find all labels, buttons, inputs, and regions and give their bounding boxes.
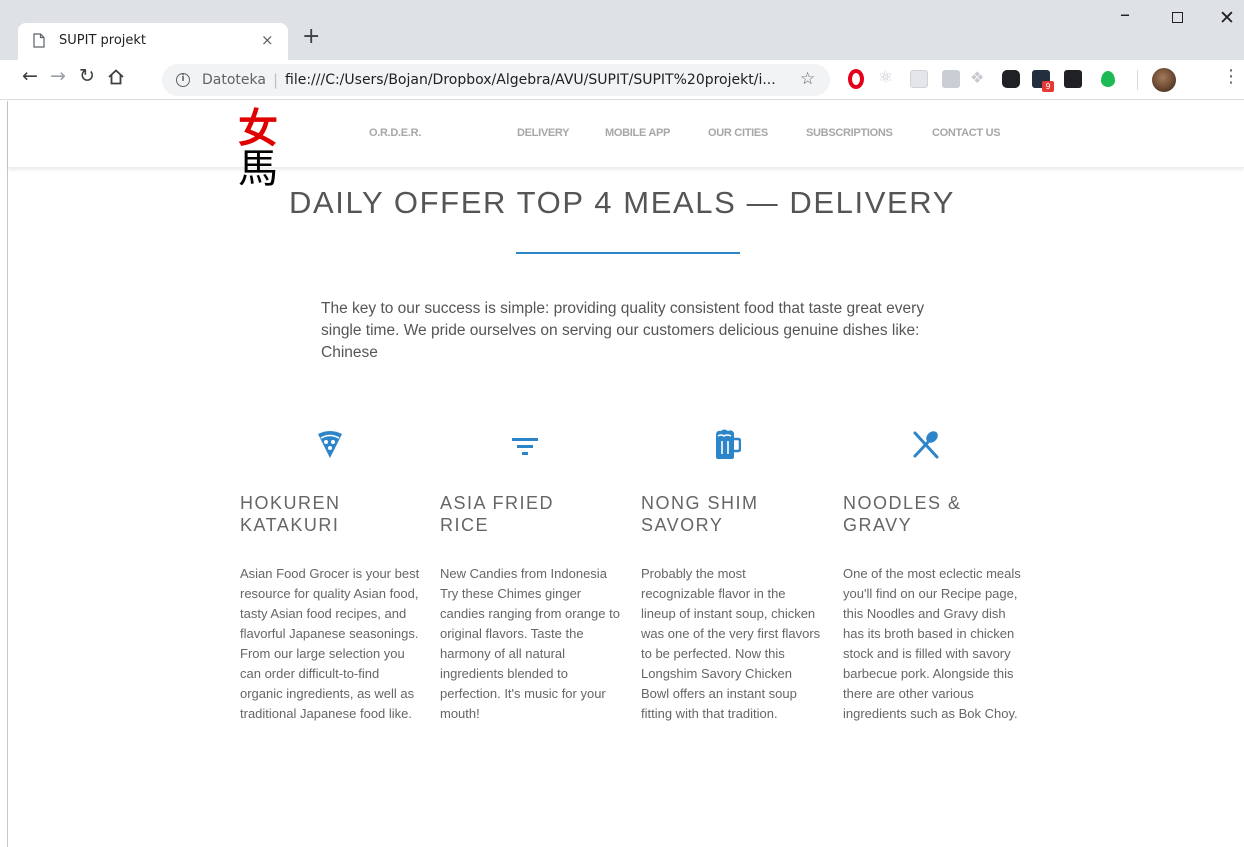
tab-close-icon[interactable]: × [261,31,274,49]
meal-description: New Candies from Indonesia Try these Chi… [440,566,620,721]
blocker-icon[interactable] [1064,70,1082,88]
profile-avatar[interactable] [1152,68,1176,92]
minimize-button[interactable]: – [1120,2,1130,26]
nav-subscriptions[interactable]: SUBSCRIPTIONS [806,127,893,139]
intro-paragraph: The key to our success is simple: provid… [321,300,925,361]
nav-delivery[interactable]: DELIVERY [517,127,570,139]
url-scheme: Datoteka [202,72,266,88]
bookmark-star-icon[interactable]: ☆ [800,69,815,89]
ghostery-icon[interactable] [1002,70,1020,88]
utensils-icon [913,431,939,459]
dropbox-icon[interactable]: ❖ [970,68,988,87]
filter-icon [512,438,538,455]
meal-description: Probably the most recognizable flavor in… [641,566,821,721]
title-underline [516,252,740,254]
nav-mobile-app[interactable]: MOBILE APP [605,127,670,139]
close-window-button[interactable]: ✕ [1219,7,1235,29]
url-text[interactable]: file:///C:/Users/Bojan/Dropbox/Algebra/A… [285,72,795,88]
reload-icon[interactable]: ↻ [79,67,95,86]
meal-title: HOKUREN KATAKURI [240,493,341,535]
document-icon [33,33,45,48]
maximize-button[interactable] [1172,12,1183,23]
extension-icon[interactable] [942,70,960,88]
toolbar-divider [1137,70,1138,90]
tab-title: SUPIT projekt [59,33,147,48]
leaf-extension-icon[interactable] [1101,71,1115,87]
forward-arrow-icon[interactable]: → [50,67,66,86]
opera-extension-icon[interactable] [848,69,864,89]
meal-description: One of the most eclectic meals you'll fi… [843,566,1021,721]
meal-title: NONG SHIM SAVORY [641,493,759,535]
beer-mug-icon [716,429,741,459]
browser-tab[interactable]: SUPIT projekt × [18,23,288,60]
meal-title: ASIA FRIED RICE [440,493,555,535]
meal-description: Asian Food Grocer is your best resource … [240,566,420,721]
site-logo[interactable]: 女馬 [238,109,298,190]
address-bar[interactable]: i Datoteka | file:///C:/Users/Bojan/Drop… [162,64,830,96]
pizza-icon [318,431,342,458]
nav-order[interactable]: O.R.D.E.R. [369,127,421,139]
react-devtools-icon[interactable]: ⚛ [878,68,896,88]
notification-badge: 9 [1042,81,1054,92]
home-icon[interactable] [107,68,125,86]
info-icon[interactable]: i [176,73,190,87]
extension-icon[interactable] [910,70,928,88]
url-separator: | [273,71,279,89]
browser-titlebar: SUPIT projekt × + – ✕ [0,0,1244,60]
browser-toolbar: ← → ↻ i Datoteka | file:///C:/Users/Boja… [0,60,1244,100]
page-title: DAILY OFFER TOP 4 MEALS — DELIVERY [288,185,955,220]
menu-dots-icon[interactable]: ⋮ [1222,68,1240,86]
meal-title: NOODLES & GRAVY [843,493,962,535]
new-tab-button[interactable]: + [302,26,320,48]
back-arrow-icon[interactable]: ← [22,67,38,86]
nav-contact-us[interactable]: CONTACT US [932,127,1001,139]
nav-our-cities[interactable]: OUR CITIES [708,127,768,139]
